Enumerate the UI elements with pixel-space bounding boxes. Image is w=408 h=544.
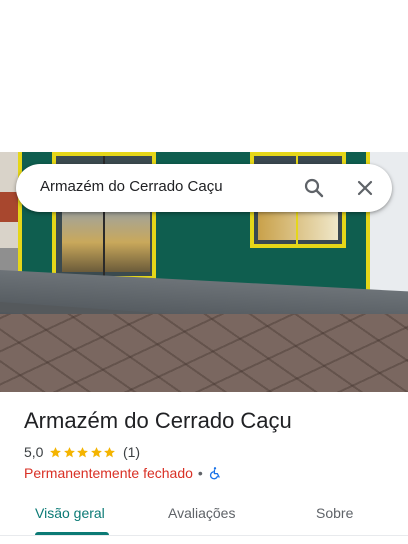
wheelchair-icon	[208, 466, 222, 480]
photo-window-pane	[258, 212, 338, 240]
tabs-divider	[0, 535, 408, 536]
photo-door-glass	[62, 206, 150, 272]
star-icon	[76, 446, 89, 459]
search-icon[interactable]	[302, 176, 326, 200]
place-title: Armazém do Cerrado Caçu	[24, 408, 292, 433]
tab-visao-geral[interactable]: Visão geral	[35, 505, 105, 521]
search-input[interactable]: Armazém do Cerrado Caçu	[40, 178, 223, 195]
search-bar[interactable]: Armazém do Cerrado Caçu	[16, 164, 392, 212]
close-icon[interactable]	[353, 176, 377, 200]
star-icon	[49, 446, 62, 459]
rating-row[interactable]: 5,0 (1)	[24, 444, 140, 460]
star-icon	[90, 446, 103, 459]
photo-street	[0, 314, 408, 392]
star-rating	[49, 446, 117, 459]
separator-dot: •	[197, 465, 203, 481]
tab-avaliacoes[interactable]: Avaliações	[168, 505, 235, 521]
status-row: Permanentemente fechado •	[24, 465, 222, 481]
place-tabs: Visão geral Avaliações Sobre	[0, 494, 408, 544]
status-badge: Permanentemente fechado	[24, 465, 193, 481]
map-blank-area	[0, 0, 408, 152]
review-count[interactable]: (1)	[123, 444, 140, 460]
rating-value: 5,0	[24, 444, 44, 460]
star-icon	[63, 446, 76, 459]
tab-sobre[interactable]: Sobre	[316, 505, 353, 521]
star-icon	[103, 446, 116, 459]
photo-neighbor-roof	[0, 192, 18, 222]
